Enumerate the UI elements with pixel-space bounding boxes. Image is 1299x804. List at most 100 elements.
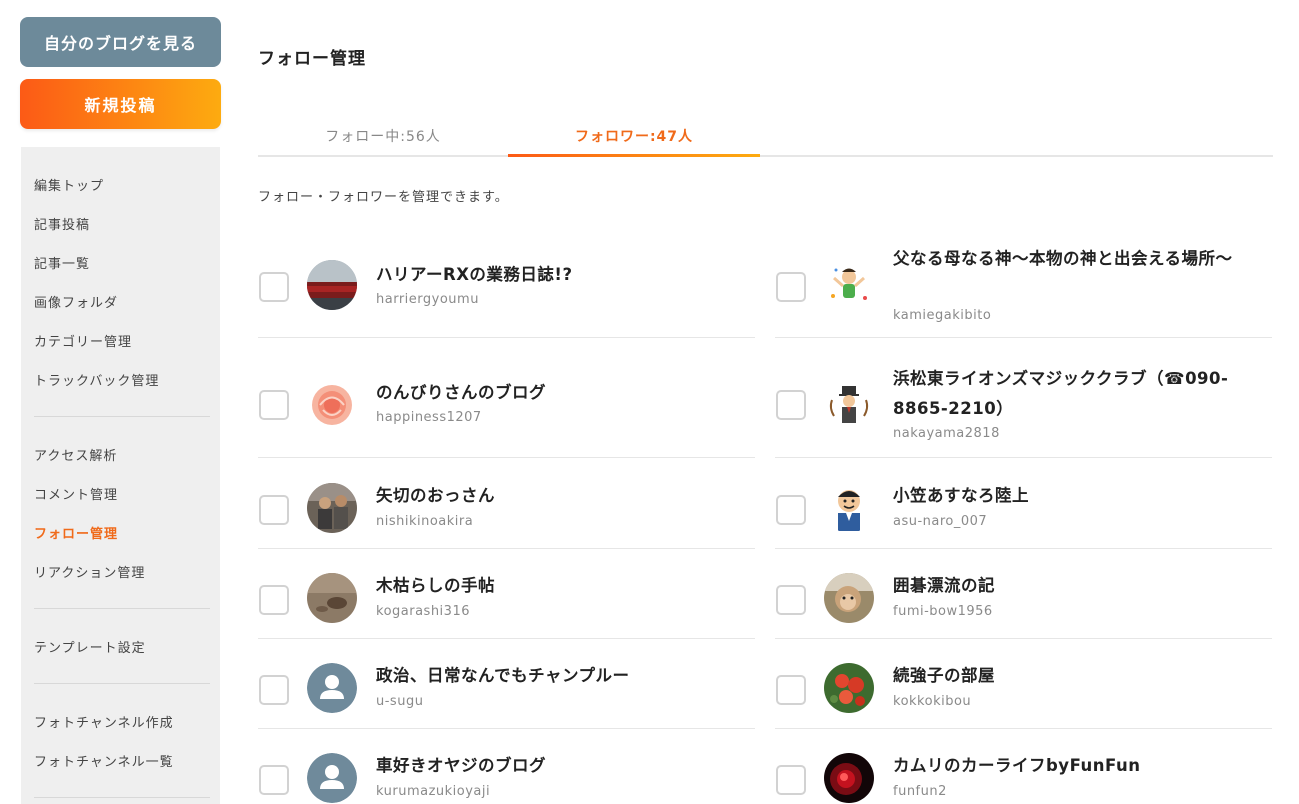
follower-list-item: 車好きオヤジのブログ kurumazukioyaji — [258, 729, 755, 804]
avatar — [824, 483, 874, 533]
follower-checkbox[interactable] — [259, 675, 289, 705]
blog-id: kurumazukioyaji — [376, 784, 491, 799]
row-divider — [775, 457, 1272, 458]
view-my-blog-button[interactable]: 自分のブログを見る — [20, 17, 221, 67]
follower-list-item: 政治、日常なんでもチャンプルー u-sugu — [258, 639, 755, 729]
blog-id: happiness1207 — [376, 410, 482, 425]
car-photo-icon — [307, 260, 357, 310]
blog-id: nishikinoakira — [376, 514, 474, 529]
row-divider — [258, 457, 755, 458]
avatar — [307, 260, 357, 310]
follower-list-item: 父なる母なる神～本物の神と出会える場所～ kamiegakibito — [775, 248, 1272, 338]
sidebar-item-comments[interactable]: コメント管理 — [34, 484, 118, 503]
blog-id: fumi-bow1956 — [893, 604, 993, 619]
blog-title[interactable]: 続強子の部屋 — [893, 661, 1263, 691]
avatar — [824, 663, 874, 713]
follower-list-item: 続強子の部屋 kokkokibou — [775, 639, 1272, 729]
active-tab-indicator — [508, 154, 760, 157]
follower-checkbox[interactable] — [776, 272, 806, 302]
sidebar-divider — [34, 797, 210, 798]
people-photo-icon — [307, 483, 357, 533]
blog-title[interactable]: 木枯らしの手帖 — [376, 571, 746, 601]
sidebar-item-follow-management[interactable]: フォロー管理 — [34, 523, 118, 542]
follower-list-item: 囲碁漂流の記 fumi-bow1956 — [775, 549, 1272, 639]
sidebar-item-template-settings[interactable]: テンプレート設定 — [34, 637, 146, 656]
new-post-button[interactable]: 新規投稿 — [20, 79, 221, 129]
row-divider — [258, 337, 755, 338]
row-divider — [775, 337, 1272, 338]
follower-list-item: カムリのカーライフbyFunFun funfun2 — [775, 729, 1272, 804]
monkey-photo-icon — [824, 573, 874, 623]
sidebar-item-trackback[interactable]: トラックバック管理 — [34, 370, 159, 389]
follower-checkbox[interactable] — [259, 390, 289, 420]
default-user-icon — [307, 663, 357, 713]
blog-title[interactable]: 父なる母なる神～本物の神と出会える場所～ — [893, 244, 1263, 274]
follower-checkbox[interactable] — [776, 495, 806, 525]
blog-title[interactable]: のんびりさんのブログ — [376, 378, 746, 408]
blog-id: kogarashi316 — [376, 604, 470, 619]
blog-id: asu-naro_007 — [893, 514, 988, 529]
follower-list-item: ハリアーRXの業務日誌!? harriergyoumu — [258, 248, 755, 338]
sidebar-item-new-article[interactable]: 記事投稿 — [34, 214, 90, 233]
stone-photo-icon — [307, 573, 357, 623]
follower-checkbox[interactable] — [776, 765, 806, 795]
page-description: フォロー・フォロワーを管理できます。 — [258, 190, 509, 205]
tab-followers[interactable]: フォロワー:47人 — [508, 126, 760, 146]
sidebar-divider — [34, 683, 210, 684]
follower-checkbox[interactable] — [259, 585, 289, 615]
follower-checkbox[interactable] — [776, 390, 806, 420]
tab-following[interactable]: フォロー中:56人 — [258, 126, 508, 146]
blog-title[interactable]: 政治、日常なんでもチャンプルー — [376, 661, 746, 691]
magician-icon — [824, 380, 874, 430]
blog-title[interactable]: ハリアーRXの業務日誌!? — [376, 260, 746, 290]
follower-checkbox[interactable] — [259, 272, 289, 302]
blog-id: funfun2 — [893, 784, 947, 799]
man-illustration-icon — [824, 483, 874, 533]
default-user-icon — [307, 753, 357, 803]
avatar — [307, 663, 357, 713]
sidebar-item-reactions[interactable]: リアクション管理 — [34, 562, 145, 581]
blog-id: kamiegakibito — [893, 308, 992, 323]
blog-title[interactable]: 囲碁漂流の記 — [893, 571, 1263, 601]
follower-checkbox[interactable] — [259, 765, 289, 795]
blog-title[interactable]: 車好きオヤジのブログ — [376, 751, 746, 781]
avatar — [307, 483, 357, 533]
follower-checkbox[interactable] — [776, 585, 806, 615]
blog-id: nakayama2818 — [893, 426, 1000, 441]
blog-title[interactable]: 矢切のおっさん — [376, 481, 746, 511]
tabs-divider — [258, 155, 1273, 157]
follower-list-item: のんびりさんのブログ happiness1207 — [258, 368, 755, 458]
sidebar-item-category[interactable]: カテゴリー管理 — [34, 331, 132, 350]
avatar — [824, 260, 874, 310]
sidebar-item-image-folder[interactable]: 画像フォルダ — [34, 292, 118, 311]
sidebar-divider — [34, 416, 210, 417]
blog-title[interactable]: 浜松東ライオンズマジッククラブ（☎090-8865-2210） — [893, 364, 1263, 424]
sidebar-divider — [34, 608, 210, 609]
flowers-photo-icon — [824, 663, 874, 713]
blog-id: kokkokibou — [893, 694, 972, 709]
blog-id: harriergyoumu — [376, 292, 479, 307]
blog-id: u-sugu — [376, 694, 424, 709]
blog-title[interactable]: カムリのカーライフbyFunFun — [893, 751, 1263, 781]
sidebar-item-access-analysis[interactable]: アクセス解析 — [34, 445, 117, 464]
sidebar-item-edit-top[interactable]: 編集トップ — [34, 175, 104, 194]
follower-checkbox[interactable] — [259, 495, 289, 525]
follower-list-item: 矢切のおっさん nishikinoakira — [258, 459, 755, 549]
follower-list-item: 浜松東ライオンズマジッククラブ（☎090-8865-2210） nakayama… — [775, 368, 1272, 458]
page-title: フォロー管理 — [258, 49, 366, 69]
red-light-photo-icon — [824, 753, 874, 803]
blog-title[interactable]: 小笠あすなろ陸上 — [893, 481, 1263, 511]
rose-photo-icon — [307, 380, 357, 430]
avatar — [307, 573, 357, 623]
sidebar-menu: 編集トップ 記事投稿 記事一覧 画像フォルダ カテゴリー管理 トラックバック管理… — [21, 147, 220, 804]
avatar — [307, 753, 357, 803]
follower-list-item: 木枯らしの手帖 kogarashi316 — [258, 549, 755, 639]
follower-checkbox[interactable] — [776, 675, 806, 705]
celebrating-person-icon — [824, 260, 874, 310]
avatar — [824, 380, 874, 430]
avatar — [824, 753, 874, 803]
sidebar-item-article-list[interactable]: 記事一覧 — [34, 253, 90, 272]
avatar — [307, 380, 357, 430]
sidebar-item-photo-channel-create[interactable]: フォトチャンネル作成 — [34, 712, 174, 731]
sidebar-item-photo-channel-list[interactable]: フォトチャンネル一覧 — [34, 751, 174, 770]
